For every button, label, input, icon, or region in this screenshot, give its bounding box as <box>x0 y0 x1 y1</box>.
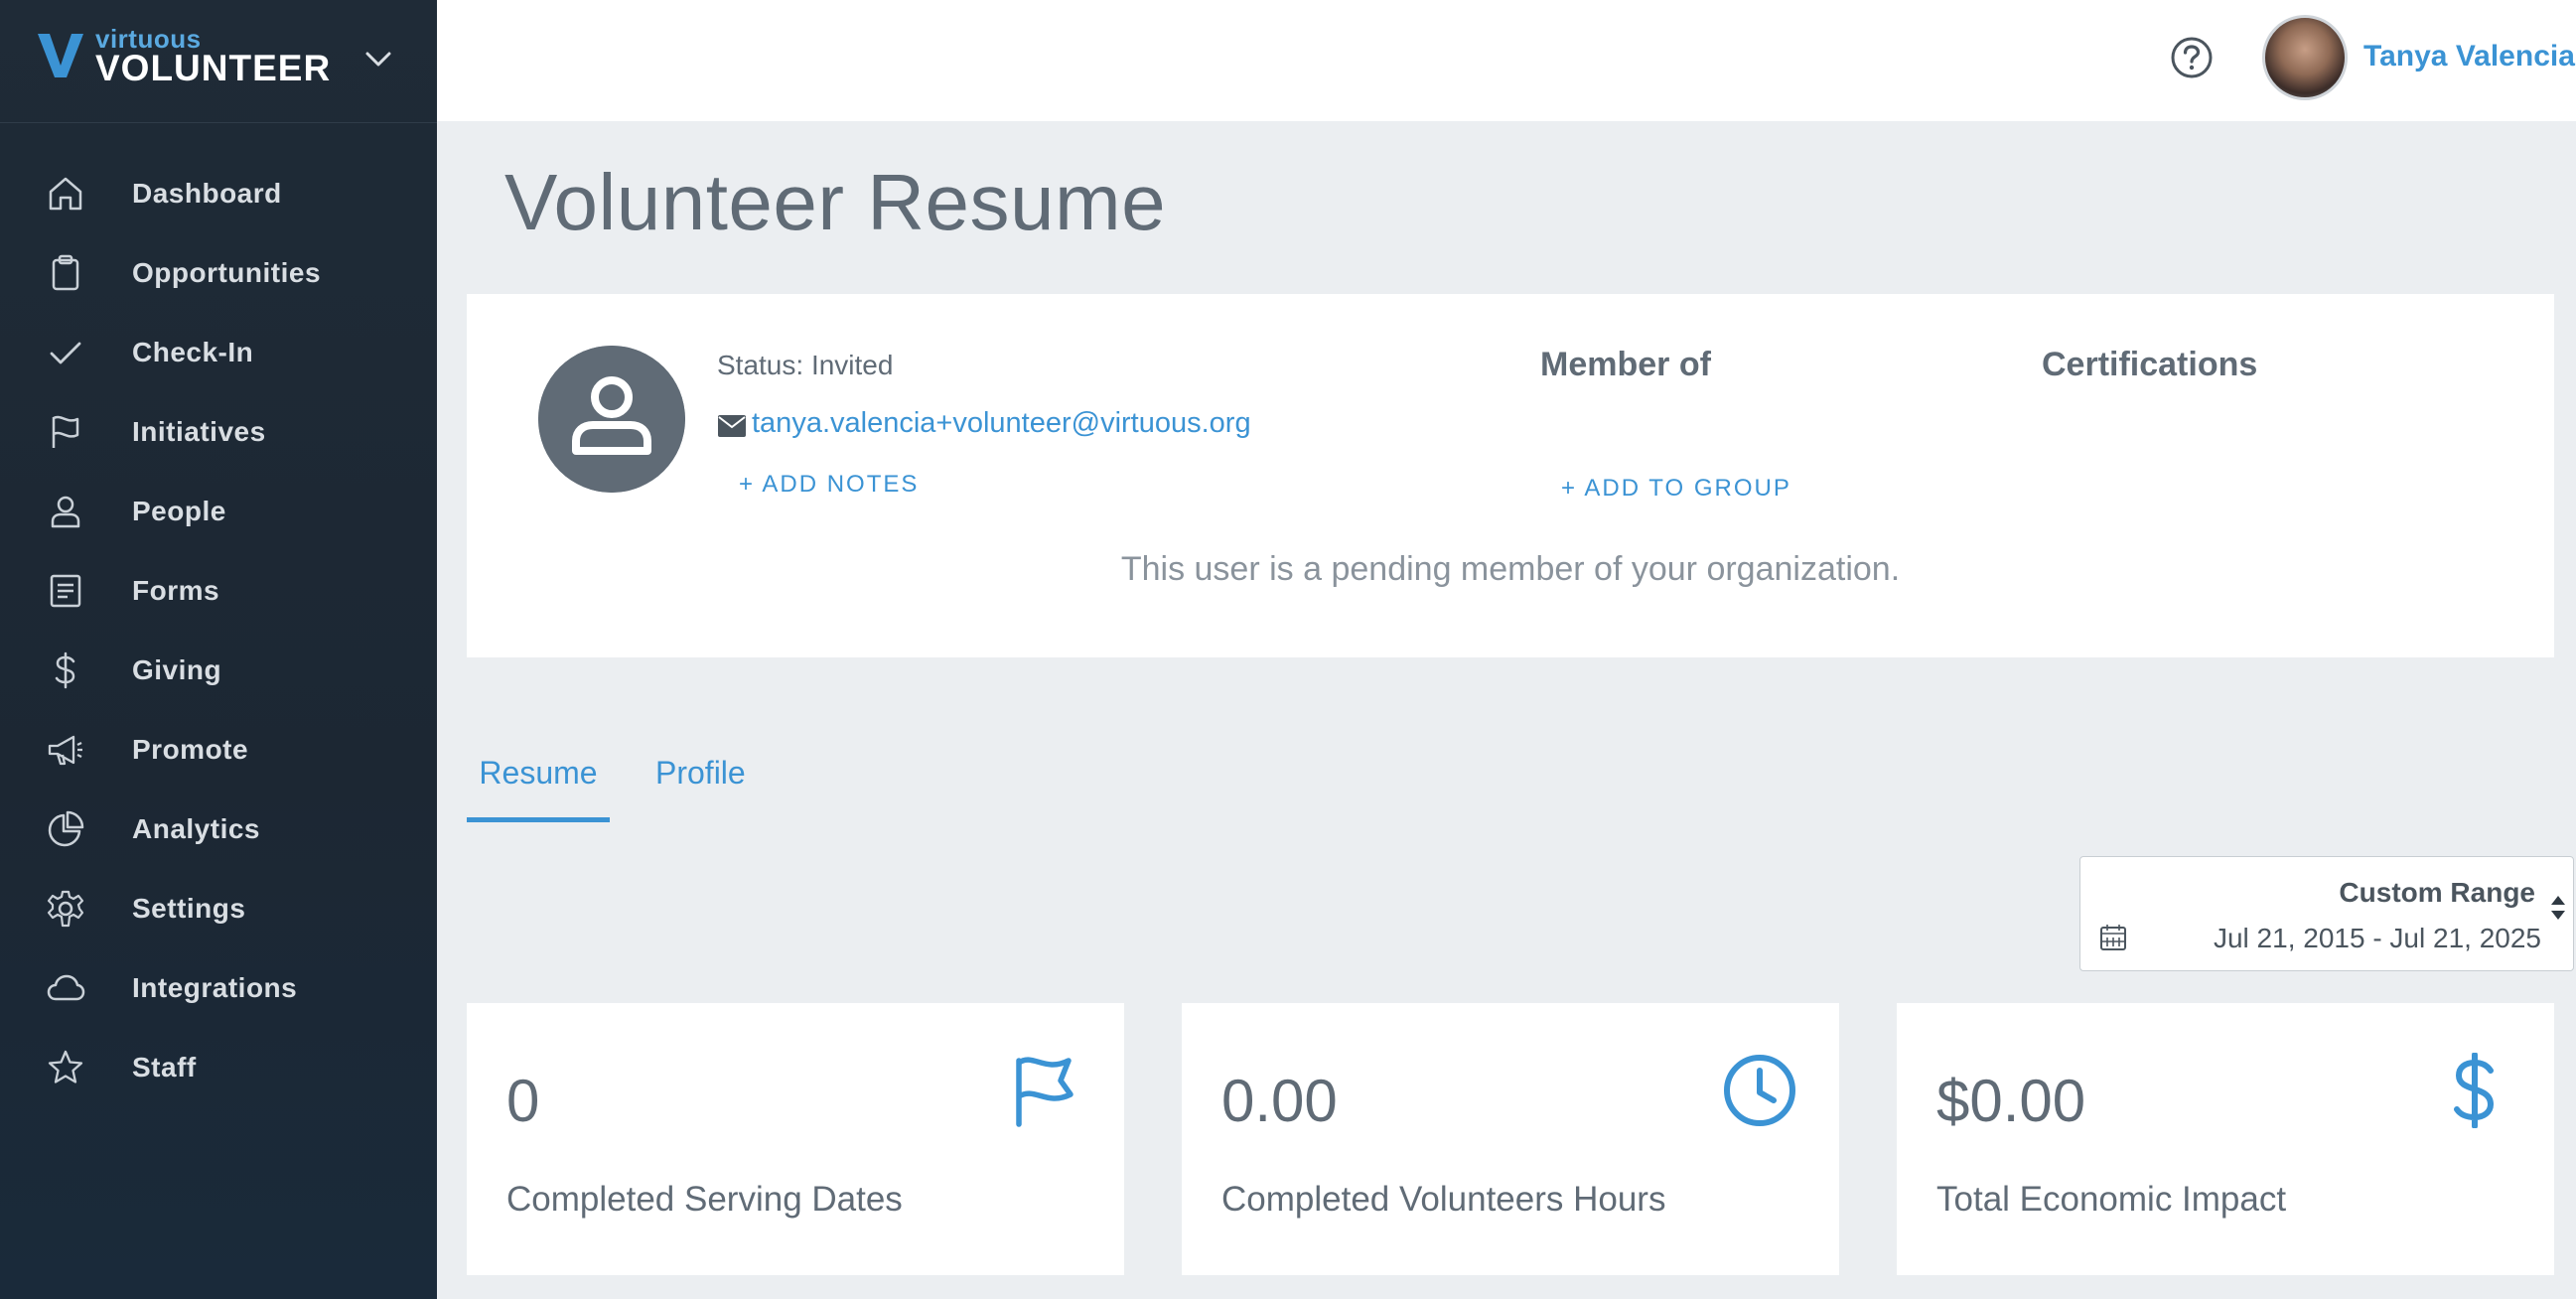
stat-label: Total Economic Impact <box>1936 1180 2287 1219</box>
date-range-selector[interactable]: Custom Range Jul 21, 2015 - Jul 21, 2025 <box>2079 856 2574 971</box>
top-bar <box>437 0 2576 121</box>
stat-value: $0.00 <box>1936 1068 2086 1134</box>
sidebar-item-giving[interactable]: Giving <box>0 631 437 710</box>
help-icon[interactable] <box>2170 36 2214 79</box>
clock-icon <box>1724 1055 1795 1126</box>
sidebar-item-label: Dashboard <box>132 178 282 209</box>
pie-chart-icon <box>48 810 84 847</box>
sidebar-item-dashboard[interactable]: Dashboard <box>0 154 437 233</box>
sidebar-item-label: Forms <box>132 575 220 606</box>
sidebar-item-people[interactable]: People <box>0 472 437 551</box>
status-text: Status: Invited <box>717 350 894 380</box>
sidebar-item-settings[interactable]: Settings <box>0 869 437 948</box>
pending-member-message: This user is a pending member of your or… <box>1120 550 1901 588</box>
stat-value: 0.00 <box>1221 1068 1338 1134</box>
home-icon <box>49 177 82 211</box>
stat-card-serving-dates: 0 Completed Serving Dates <box>467 1003 1124 1275</box>
dollar-icon <box>55 651 75 689</box>
clipboard-icon <box>52 254 79 291</box>
sidebar-item-label: Staff <box>132 1052 197 1082</box>
date-range-title: Custom Range <box>2339 877 2535 908</box>
brand: virtuous VOLUNTEER <box>0 0 437 123</box>
sidebar-item-label: People <box>132 496 226 526</box>
sidebar-item-label: Analytics <box>132 813 260 844</box>
person-icon <box>51 496 80 528</box>
tab-profile[interactable]: Profile <box>655 755 746 817</box>
sidebar-item-forms[interactable]: Forms <box>0 551 437 631</box>
profile-card: Status: Invited tanya.valencia+volunteer… <box>467 294 2554 657</box>
sidebar-item-opportunities[interactable]: Opportunities <box>0 233 437 313</box>
sidebar-item-label: Integrations <box>132 972 298 1003</box>
user-name[interactable]: Tanya Valencia <box>2363 40 2575 73</box>
sidebar-item-label: Promote <box>132 734 249 765</box>
member-of-heading: Member of <box>1540 346 1711 383</box>
envelope-icon <box>718 415 746 437</box>
certifications-heading: Certifications <box>2042 346 2258 383</box>
sidebar-item-staff[interactable]: Staff <box>0 1028 437 1107</box>
star-icon <box>48 1050 83 1083</box>
sidebar-item-label: Check-In <box>132 337 254 367</box>
sidebar-item-promote[interactable]: Promote <box>0 710 437 790</box>
gear-icon <box>47 890 84 928</box>
sidebar-item-check-in[interactable]: Check-In <box>0 313 437 392</box>
flag-icon <box>52 415 79 448</box>
sidebar-item-initiatives[interactable]: Initiatives <box>0 392 437 472</box>
virtuous-logo-icon <box>38 34 83 77</box>
stat-label: Completed Volunteers Hours <box>1221 1180 1666 1219</box>
sort-arrows-icon <box>2551 896 2565 920</box>
sidebar-item-label: Giving <box>132 654 222 685</box>
check-icon <box>50 342 81 364</box>
date-range-value: Jul 21, 2015 - Jul 21, 2025 <box>2213 923 2541 953</box>
flag-icon <box>1016 1057 1073 1127</box>
add-to-group-button[interactable]: + ADD TO GROUP <box>1561 475 1791 503</box>
sidebar-item-label: Settings <box>132 893 246 924</box>
sidebar-item-integrations[interactable]: Integrations <box>0 948 437 1028</box>
add-notes-button[interactable]: + ADD NOTES <box>739 471 919 499</box>
form-icon <box>50 574 81 608</box>
megaphone-icon <box>48 735 82 766</box>
page-title: Volunteer Resume <box>504 158 1167 246</box>
default-avatar-icon <box>538 346 685 493</box>
cloud-icon <box>47 974 85 1001</box>
sidebar-item-label: Initiatives <box>132 416 266 447</box>
sidebar-nav: Dashboard Opportunities Check-In Initiat… <box>0 154 437 1107</box>
stat-card-economic-impact: $0.00 Total Economic Impact <box>1897 1003 2554 1275</box>
tab-resume[interactable]: Resume <box>467 755 610 822</box>
sidebar-item-label: Opportunities <box>132 257 322 288</box>
calendar-icon <box>2100 925 2126 950</box>
sidebar-item-analytics[interactable]: Analytics <box>0 790 437 869</box>
stat-value: 0 <box>506 1068 540 1134</box>
user-avatar[interactable] <box>2262 15 2348 100</box>
stat-card-volunteer-hours: 0.00 Completed Volunteers Hours <box>1182 1003 1839 1275</box>
sidebar: virtuous VOLUNTEER Dashboard Opportuniti… <box>0 0 437 1299</box>
brand-title: VOLUNTEER <box>95 48 332 88</box>
stat-label: Completed Serving Dates <box>506 1180 903 1219</box>
chevron-down-icon[interactable] <box>361 42 395 75</box>
email-link[interactable]: tanya.valencia+volunteer@virtuous.org <box>752 407 1251 440</box>
dollar-icon <box>2454 1053 2495 1128</box>
